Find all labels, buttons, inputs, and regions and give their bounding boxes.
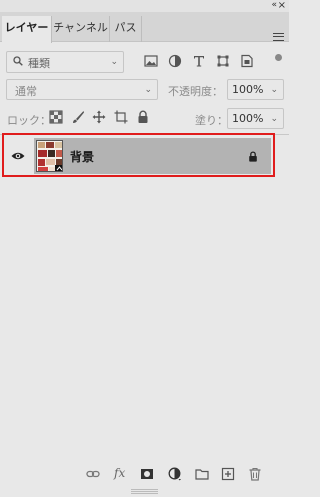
panel-menu-icon[interactable]: [273, 33, 284, 41]
smart-object-filter-icon[interactable]: [240, 54, 254, 68]
filter-kind-label: 種類: [28, 57, 50, 70]
search-icon: [13, 56, 23, 66]
close-panel-icon[interactable]: ×: [278, 0, 286, 11]
opacity-value: 100%: [232, 83, 264, 96]
link-layers-icon[interactable]: [86, 467, 100, 481]
image-filter-icon[interactable]: [144, 54, 158, 68]
fill-value: 100%: [232, 112, 264, 125]
chevron-down-icon: ⌄: [270, 114, 278, 124]
resize-grip[interactable]: [131, 489, 158, 494]
fx-icon[interactable]: fx: [114, 466, 128, 480]
layer-thumbnail-image: [37, 141, 62, 171]
lock-image-icon[interactable]: [71, 110, 85, 124]
chevron-down-icon: ⌄: [110, 57, 118, 67]
layer-lock-icon: [249, 151, 257, 162]
layer-name[interactable]: 背景: [70, 148, 94, 165]
new-layer-icon[interactable]: [221, 467, 235, 481]
opacity-field[interactable]: 100% ⌄: [227, 79, 284, 100]
filter-toggle-icon[interactable]: [275, 54, 282, 61]
group-folder-icon[interactable]: [195, 467, 209, 481]
tab-paths[interactable]: パス: [110, 16, 142, 42]
opacity-label: 不透明度：: [168, 85, 223, 98]
type-filter-icon[interactable]: [192, 54, 206, 68]
fill-field[interactable]: 100% ⌄: [227, 108, 284, 129]
layer-row-background[interactable]: 背景: [2, 133, 275, 177]
lock-label: ロック：: [7, 114, 51, 127]
lock-all-icon[interactable]: [136, 110, 150, 124]
add-mask-icon[interactable]: [140, 467, 154, 481]
layer-thumbnail[interactable]: [36, 140, 63, 172]
lock-position-icon[interactable]: [92, 110, 106, 124]
tab-channels[interactable]: チャンネル: [52, 16, 110, 42]
adjustment-filter-icon[interactable]: [168, 54, 182, 68]
adjustment-layer-icon[interactable]: [168, 467, 182, 481]
fill-label: 塗り：: [195, 114, 228, 127]
blend-mode-value: 通常: [15, 85, 37, 98]
shape-filter-icon[interactable]: [216, 54, 230, 68]
collapse-panel-icon[interactable]: «: [271, 0, 276, 11]
filter-kind-select[interactable]: 種類 ⌄: [6, 51, 124, 73]
chevron-down-icon: ⌄: [270, 85, 278, 95]
delete-layer-icon[interactable]: [248, 467, 262, 481]
visibility-eye-icon[interactable]: [11, 151, 25, 161]
tab-layers[interactable]: レイヤー: [2, 16, 52, 43]
panel-tab-bar: レイヤー チャンネル パス: [0, 12, 289, 43]
panel-top-strip: [0, 0, 289, 12]
lock-artboard-icon[interactable]: [114, 110, 128, 124]
lock-transparent-icon[interactable]: [49, 110, 63, 124]
blend-mode-select[interactable]: 通常 ⌄: [6, 79, 158, 100]
chevron-down-icon: ⌄: [144, 85, 152, 95]
